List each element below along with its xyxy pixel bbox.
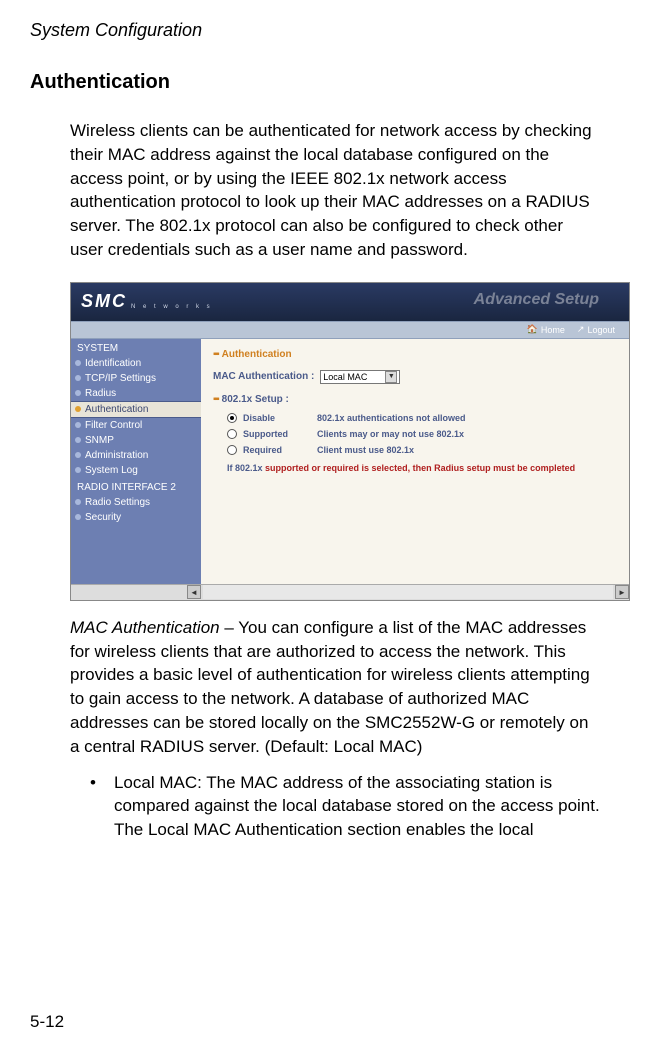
bullet-mark: • bbox=[90, 771, 96, 842]
page-header: System Configuration bbox=[30, 20, 620, 41]
logout-link[interactable]: ↗ Logout bbox=[577, 324, 615, 335]
logo-subtext: N e t w o r k s bbox=[131, 304, 213, 310]
scroll-track[interactable]: ◄ ► bbox=[203, 585, 613, 599]
radio-row-disable[interactable]: Disable 802.1x authentications not allow… bbox=[227, 413, 617, 423]
horizontal-scrollbar[interactable]: ◄ ► bbox=[71, 584, 629, 600]
setup-header: ▪▪▪ 802.1x Setup : bbox=[213, 394, 617, 405]
bullet-local-mac: • Local MAC: The MAC address of the asso… bbox=[90, 771, 600, 842]
page-number: 5-12 bbox=[30, 1012, 64, 1032]
mac-auth-row: MAC Authentication : Local MAC ▼ bbox=[213, 370, 617, 384]
radio-desc-supported: Clients may or may not use 802.1x bbox=[317, 429, 464, 439]
sidebar-item-radio-settings[interactable]: Radio Settings bbox=[71, 495, 201, 510]
radio-label-disable: Disable bbox=[243, 413, 317, 423]
setup-header-label: 802.1x Setup : bbox=[222, 394, 289, 405]
sidebar-item-identification[interactable]: Identification bbox=[71, 356, 201, 371]
logout-label: Logout bbox=[587, 325, 615, 335]
bullet-text: Local MAC: The MAC address of the associ… bbox=[114, 771, 600, 842]
logo: SMC bbox=[81, 291, 127, 312]
breadcrumb-label: Authentication bbox=[222, 349, 292, 360]
radio-row-supported[interactable]: Supported Clients may or may not use 802… bbox=[227, 429, 617, 439]
scroll-left-icon[interactable]: ◄ bbox=[187, 585, 201, 599]
sidebar-item-radius[interactable]: Radius bbox=[71, 386, 201, 401]
mac-auth-label: MAC Authentication : bbox=[213, 371, 314, 382]
sidebar-item-administration[interactable]: Administration bbox=[71, 448, 201, 463]
mac-auth-text: – You can configure a list of the MAC ad… bbox=[70, 618, 590, 756]
sidebar-item-tcpip[interactable]: TCP/IP Settings bbox=[71, 371, 201, 386]
sidebar-item-security[interactable]: Security bbox=[71, 510, 201, 525]
sidebar-item-snmp[interactable]: SNMP bbox=[71, 433, 201, 448]
sidebar-group-system: SYSTEM bbox=[71, 339, 201, 356]
screenshot-toolbar: 🏠 Home ↗ Logout bbox=[71, 321, 629, 339]
radio-disable[interactable] bbox=[227, 413, 237, 423]
mac-auth-term: MAC Authentication bbox=[70, 618, 220, 637]
warning-pre: If 802.1x bbox=[227, 463, 265, 473]
sidebar-item-system-log[interactable]: System Log bbox=[71, 463, 201, 478]
embedded-screenshot: SMC N e t w o r k s Advanced Setup 🏠 Hom… bbox=[70, 282, 630, 601]
screenshot-body: SYSTEM Identification TCP/IP Settings Ra… bbox=[71, 339, 629, 584]
radio-row-required[interactable]: Required Client must use 802.1x bbox=[227, 445, 617, 455]
intro-paragraph: Wireless clients can be authenticated fo… bbox=[70, 119, 600, 262]
screenshot-header: SMC N e t w o r k s Advanced Setup bbox=[71, 283, 629, 321]
mac-auth-dropdown[interactable]: Local MAC ▼ bbox=[320, 370, 400, 384]
content-pane: ▪▪▪ Authentication MAC Authentication : L… bbox=[201, 339, 629, 584]
radio-supported[interactable] bbox=[227, 429, 237, 439]
radio-desc-disable: 802.1x authentications not allowed bbox=[317, 413, 466, 423]
sidebar-item-authentication[interactable]: Authentication bbox=[71, 401, 201, 418]
radio-label-required: Required bbox=[243, 445, 317, 455]
radio-label-supported: Supported bbox=[243, 429, 317, 439]
sidebar-item-filter-control[interactable]: Filter Control bbox=[71, 418, 201, 433]
home-label: Home bbox=[541, 325, 565, 335]
mac-auth-value: Local MAC bbox=[323, 372, 367, 382]
scroll-right-icon[interactable]: ► bbox=[615, 585, 629, 599]
sidebar: SYSTEM Identification TCP/IP Settings Ra… bbox=[71, 339, 201, 584]
breadcrumb: ▪▪▪ Authentication bbox=[213, 349, 617, 360]
radio-desc-required: Client must use 802.1x bbox=[317, 445, 414, 455]
advanced-setup-label: Advanced Setup bbox=[474, 291, 599, 309]
mac-auth-paragraph: MAC Authentication – You can configure a… bbox=[70, 616, 600, 759]
radio-required[interactable] bbox=[227, 445, 237, 455]
sidebar-group-radio: RADIO INTERFACE 2 bbox=[71, 478, 201, 495]
setup-header-icon: ▪▪▪ bbox=[213, 394, 218, 405]
chevron-down-icon: ▼ bbox=[385, 371, 397, 383]
warning-highlight: supported or required is selected, then … bbox=[265, 463, 575, 473]
section-title: Authentication bbox=[30, 71, 620, 94]
breadcrumb-icon: ▪▪▪ bbox=[213, 349, 218, 360]
warning-text: If 802.1x supported or required is selec… bbox=[227, 463, 617, 473]
home-link[interactable]: 🏠 Home bbox=[527, 324, 565, 335]
